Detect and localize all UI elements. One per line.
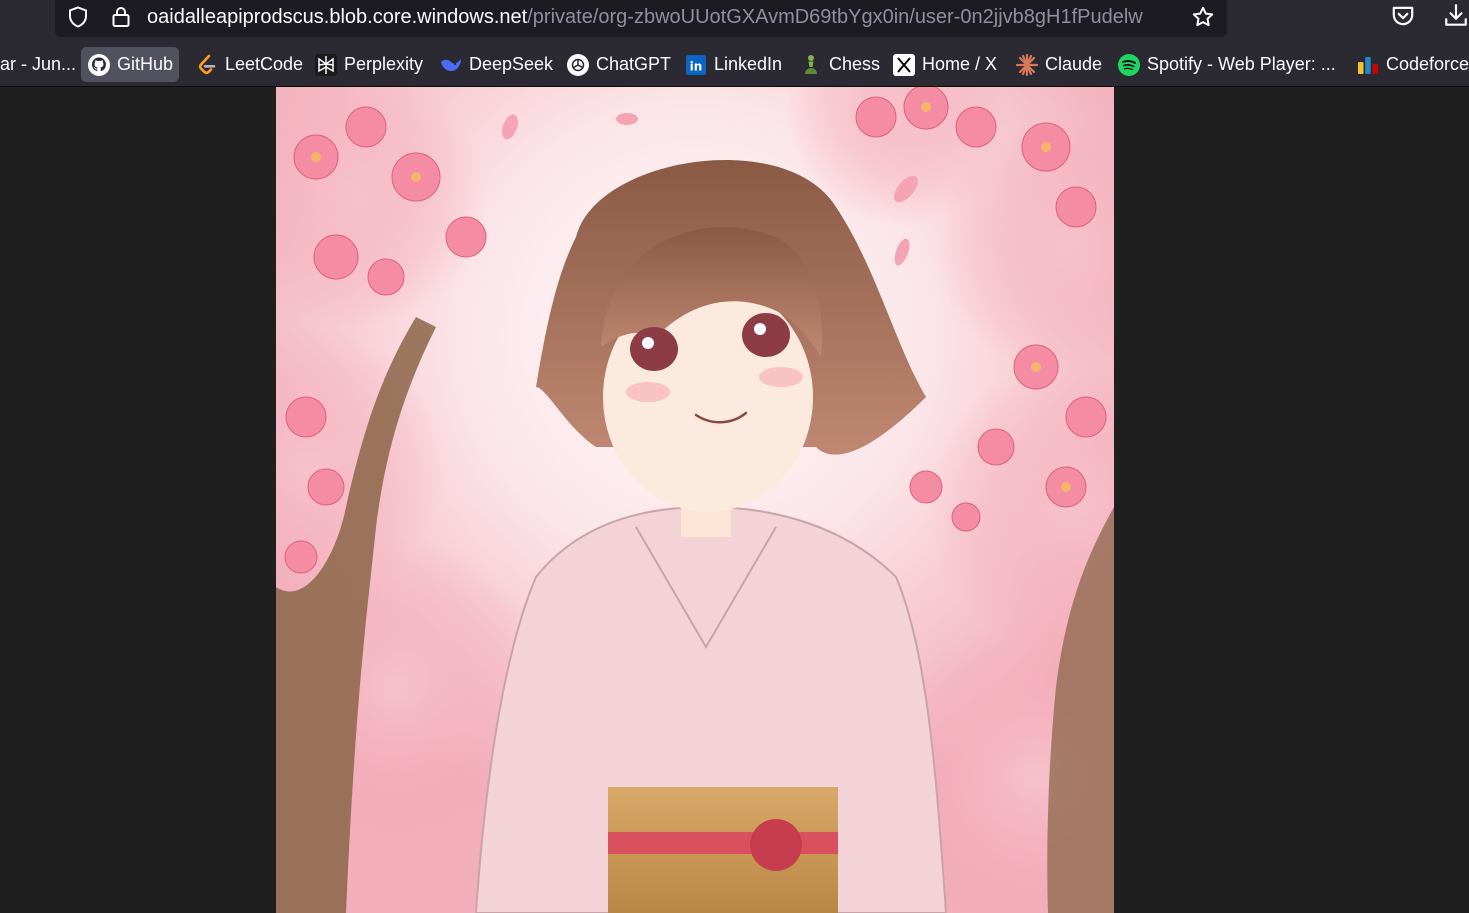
x-icon (892, 53, 916, 77)
download-icon[interactable] (1443, 3, 1469, 29)
bookmark-item-codeforces[interactable]: Codeforces (1350, 47, 1469, 82)
bookmark-item-truncated[interactable]: ar - Jun... (0, 47, 82, 82)
bookmark-item-linkedin[interactable]: in LinkedIn (678, 47, 788, 82)
bookmark-item-chatgpt[interactable]: ChatGPT (560, 47, 677, 82)
shield-icon[interactable] (66, 5, 90, 29)
bookmark-item-github[interactable]: GitHub (81, 47, 180, 82)
spotify-icon (1117, 53, 1141, 77)
bookmark-label: LeetCode (225, 54, 304, 74)
bookmark-label: LinkedIn (714, 54, 783, 74)
right-eye-highlight (754, 323, 766, 335)
bookmark-item-leetcode[interactable]: LeetCode (189, 47, 309, 82)
claude-icon (1015, 53, 1039, 77)
bookmark-label: Spotify - Web Player: ... (1147, 54, 1336, 74)
star-icon[interactable] (1191, 5, 1215, 29)
bookmark-item-claude[interactable]: Claude (1009, 47, 1108, 82)
page-content (0, 87, 1469, 913)
bookmark-label: GitHub (117, 54, 174, 74)
bookmark-label: Claude (1045, 54, 1103, 74)
left-eye-highlight (642, 337, 654, 349)
bookmark-label: Home / X (922, 54, 998, 74)
svg-text:in: in (690, 59, 703, 73)
linkedin-icon: in (684, 53, 708, 77)
girl-left-eye (630, 327, 678, 371)
leetcode-icon (195, 53, 219, 77)
perplexity-icon (314, 53, 338, 77)
lock-icon[interactable] (109, 5, 133, 29)
bookmark-label: Codeforces (1386, 54, 1469, 74)
bookmark-label: ChatGPT (596, 54, 672, 74)
girl-right-eye (742, 313, 790, 357)
bookmark-label: DeepSeek (469, 54, 554, 74)
chess-pawn-icon (799, 53, 823, 77)
bookmark-item-perplexity[interactable]: Perplexity (308, 47, 429, 82)
url-bar[interactable]: oaidalleapiprodscus.blob.core.windows.ne… (55, 0, 1227, 37)
girl-blush-right (759, 367, 803, 387)
girl-blush-left (626, 382, 670, 402)
codeforces-icon (1356, 53, 1380, 77)
navigation-toolbar: oaidalleapiprodscus.blob.core.windows.ne… (0, 0, 1469, 43)
bookmark-label: Chess (829, 54, 881, 74)
github-icon (87, 53, 111, 77)
deepseek-icon (439, 53, 463, 77)
bookmark-item-deepseek[interactable]: DeepSeek (433, 47, 559, 82)
bookmark-label: ar - Jun... (0, 54, 77, 74)
url-path: /private/org-zbwoUUotGXAvmD69tbYgx0in/us… (527, 6, 1143, 28)
anime-girl-cherry-blossom-image (276, 87, 1114, 913)
bookmarks-toolbar: ar - Jun... GitHub LeetCode Perplexity D… (0, 43, 1469, 87)
obi-cord (608, 832, 838, 854)
bookmark-item-x[interactable]: Home / X (886, 47, 1003, 82)
pocket-icon[interactable] (1390, 3, 1416, 29)
url-domain: oaidalleapiprodscus.blob.core.windows.ne… (147, 6, 528, 28)
bookmark-item-spotify[interactable]: Spotify - Web Player: ... (1111, 47, 1342, 82)
bookmark-label: Perplexity (344, 54, 424, 74)
bookmark-item-chess[interactable]: Chess (793, 47, 886, 82)
obi-knot (750, 819, 802, 871)
url-text[interactable]: oaidalleapiprodscus.blob.core.windows.ne… (147, 3, 1177, 31)
chatgpt-icon (566, 53, 590, 77)
